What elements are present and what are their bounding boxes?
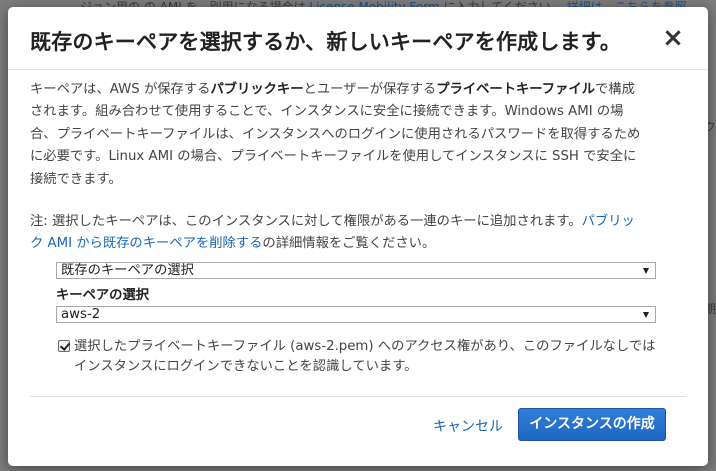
description-text-3: で構成されます。組み合わせて使用することで、インスタンスに安全に接続できます。W…	[30, 82, 641, 187]
note-text: 注: 選択したキーペアは、このインスタンスに対して権限がある一連のキーに追加され…	[30, 214, 582, 230]
keypair-select-value: aws-2	[61, 307, 101, 322]
keypair-note: 注: 選択したキーペアは、このインスタンスに対して権限がある一連のキーに追加され…	[30, 211, 648, 256]
description-text-2: とユーザーが保存する	[303, 82, 437, 97]
description-text-1: キーペアは、AWS が保存する	[30, 82, 211, 97]
keypair-description: キーペアは、AWS が保存するパブリックキーとユーザーが保存するプライベートキー…	[30, 79, 648, 191]
cancel-button[interactable]: キャンセル	[433, 416, 503, 436]
note-suffix: の詳細情報をご覧ください。	[262, 236, 436, 252]
keypair-select[interactable]: aws-2	[56, 306, 656, 323]
private-key-term: プライベートキーファイル	[436, 82, 595, 97]
launch-instance-button[interactable]: インスタンスの作成	[518, 408, 666, 441]
acknowledge-text: 選択したプライベートキーファイル (aws-2.pem) へのアクセス権があり、…	[74, 339, 656, 374]
keypair-dialog: 既存のキーペアを選択するか、新しいキーペアを作成します。 × キーペアは、AWS…	[8, 7, 708, 466]
public-key-term: パブリックキー	[210, 82, 304, 97]
dialog-title: 既存のキーペアを選択するか、新しいキーペアを作成します。	[30, 30, 622, 54]
keypair-mode-select[interactable]: 既存のキーペアの選択	[56, 262, 656, 279]
keypair-select-label: キーペアの選択	[56, 288, 150, 303]
acknowledge-checkbox[interactable]	[58, 340, 70, 352]
footer-divider	[30, 396, 686, 397]
chevron-down-icon	[643, 268, 649, 274]
close-icon[interactable]: ×	[662, 25, 684, 51]
acknowledge-row: 選択したプライベートキーファイル (aws-2.pem) へのアクセス権があり、…	[56, 337, 660, 377]
keypair-mode-value: 既存のキーペアの選択	[61, 263, 194, 278]
dialog-body: キーペアは、AWS が保存するパブリックキーとユーザーが保存するプライベートキー…	[30, 79, 648, 256]
dialog-header: 既存のキーペアを選択するか、新しいキーペアを作成します。 ×	[8, 7, 708, 70]
chevron-down-icon	[643, 312, 649, 318]
